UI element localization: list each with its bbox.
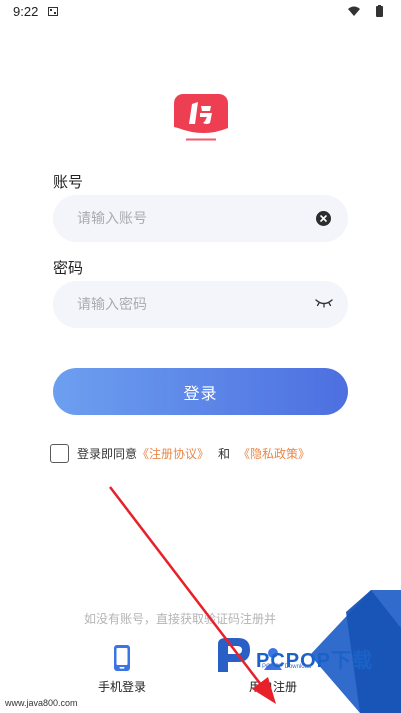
eye-closed-icon[interactable] <box>314 296 334 310</box>
login-button[interactable]: 登录 <box>53 368 348 415</box>
account-label: 账号 <box>53 173 84 191</box>
pcpop-logo-icon <box>218 638 250 672</box>
close-icon <box>320 215 327 222</box>
agreement-and: 和 <box>218 447 231 461</box>
privacy-link[interactable]: 《隐私政策》 <box>238 445 310 462</box>
site-watermark: www.java800.com <box>5 698 78 708</box>
status-icons <box>348 5 383 17</box>
password-field[interactable] <box>53 281 348 328</box>
status-time: 9:22 <box>13 4 39 19</box>
notification-icon <box>48 7 58 16</box>
status-bar: 9:22 <box>0 0 401 24</box>
account-field[interactable] <box>53 195 348 242</box>
agreement-prefix: 登录即同意 <box>77 447 138 461</box>
battery-icon <box>376 5 383 17</box>
pcpop-watermark-sub: PCPOP Download <box>262 664 312 670</box>
tab-phone-login[interactable]: 手机登录 <box>98 644 146 700</box>
app-logo <box>174 94 228 146</box>
clear-icon[interactable] <box>316 211 331 226</box>
agreement-row: 登录即同意 《注册协议》 和 《隐私政策》 <box>50 443 310 464</box>
tab-phone-login-label: 手机登录 <box>98 680 147 694</box>
phone-icon <box>114 645 130 671</box>
wifi-icon <box>348 6 360 16</box>
agreement-checkbox[interactable] <box>50 444 69 463</box>
terms-link[interactable]: 《注册协议》 <box>137 445 209 462</box>
password-label: 密码 <box>53 259 84 277</box>
tab-user-register-label: 用户注册 <box>249 680 298 694</box>
account-input[interactable] <box>77 195 297 242</box>
register-hint: 如没有账号，直接获取验证码注册并 <box>84 612 277 626</box>
password-input[interactable] <box>77 281 297 328</box>
